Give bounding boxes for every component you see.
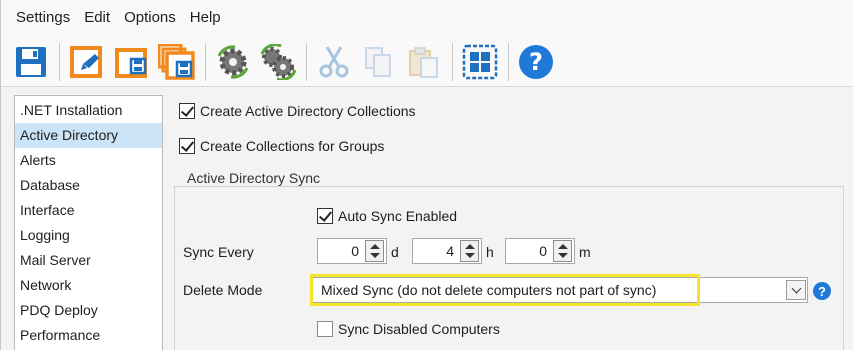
menu-bar: Settings Edit Options Help: [1, 0, 853, 36]
toolbar-separator: [306, 42, 307, 81]
chevron-down-icon: [791, 283, 801, 293]
auto-sync-option[interactable]: Auto Sync Enabled: [317, 208, 457, 224]
sync-days-stepper[interactable]: [365, 240, 384, 262]
select-all-button[interactable]: [458, 40, 502, 84]
sync-minutes-value: 0: [539, 243, 547, 259]
toolbar-separator: [205, 42, 206, 81]
svg-text:?: ?: [529, 48, 543, 76]
nav-item-interface[interactable]: Interface: [15, 198, 162, 223]
nav-item-net-installation[interactable]: .NET Installation: [15, 98, 162, 123]
gears-sync-icon: [260, 43, 297, 80]
hours-unit: h: [486, 244, 494, 260]
toolbar-separator: [59, 42, 60, 81]
copy-icon: [365, 46, 391, 77]
save-icon: [16, 46, 46, 77]
save-copy-button[interactable]: [110, 40, 154, 84]
auto-sync-checkbox[interactable]: [317, 208, 333, 224]
sync-hours-stepper[interactable]: [460, 240, 479, 262]
arrow-down-icon: [557, 252, 568, 258]
select-all-icon: [462, 44, 498, 79]
toolbar: ?: [1, 37, 853, 87]
create-ad-collections-option[interactable]: Create Active Directory Collections: [179, 103, 416, 119]
delete-mode-label: Delete Mode: [183, 282, 263, 298]
arrow-down-icon: [464, 252, 475, 258]
open-button[interactable]: [65, 40, 109, 84]
nav-item-database[interactable]: Database: [15, 173, 162, 198]
create-group-collections-option[interactable]: Create Collections for Groups: [179, 138, 384, 154]
active-directory-settings-panel: Create Active Directory Collections Crea…: [164, 88, 853, 350]
ad-sync-group-title: Active Directory Sync: [182, 170, 326, 186]
auto-sync-label: Auto Sync Enabled: [338, 208, 458, 224]
copy-button[interactable]: [357, 40, 401, 84]
nav-item-mail-server[interactable]: Mail Server: [15, 248, 162, 273]
minutes-unit: m: [579, 244, 591, 260]
toolbar-separator: [508, 42, 509, 81]
nav-item-pdq-deploy[interactable]: PDQ Deploy: [15, 298, 162, 323]
gears-sync-button[interactable]: [256, 40, 300, 84]
save-copy-icon: [115, 47, 147, 78]
ad-sync-groupbox: [174, 186, 844, 350]
arrow-up-icon: [464, 244, 475, 250]
paste-icon: [409, 46, 438, 78]
save-all-button[interactable]: [155, 40, 199, 84]
sync-minutes-stepper[interactable]: [553, 240, 572, 262]
menu-settings[interactable]: Settings: [9, 0, 77, 36]
gear-refresh-button[interactable]: [211, 40, 255, 84]
menu-edit[interactable]: Edit: [77, 0, 117, 36]
create-group-collections-checkbox[interactable]: [179, 138, 195, 154]
toolbar-separator: [452, 42, 453, 81]
sync-minutes-spinner[interactable]: 0: [505, 238, 575, 264]
arrow-up-icon: [369, 244, 380, 250]
paste-button[interactable]: [402, 40, 446, 84]
delete-mode-help-icon[interactable]: ?: [813, 282, 831, 300]
sync-hours-value: 4: [446, 243, 454, 259]
days-unit: d: [391, 244, 399, 260]
menu-options[interactable]: Options: [117, 0, 183, 36]
nav-item-alerts[interactable]: Alerts: [15, 148, 162, 173]
delete-mode-select[interactable]: Mixed Sync (do not delete computers not …: [312, 277, 808, 303]
arrow-down-icon: [369, 252, 380, 258]
help-button[interactable]: ?: [514, 40, 558, 84]
sync-days-value: 0: [351, 243, 359, 259]
sync-days-spinner[interactable]: 0: [317, 238, 387, 264]
app-window: Settings Edit Options Help ? .NET Instal…: [0, 0, 853, 350]
arrow-up-icon: [557, 244, 568, 250]
dropdown-button[interactable]: [786, 280, 806, 300]
sync-disabled-checkbox[interactable]: [317, 321, 333, 337]
open-icon: [70, 45, 102, 78]
nav-item-performance[interactable]: Performance: [15, 323, 162, 348]
sync-disabled-label: Sync Disabled Computers: [338, 321, 500, 337]
create-ad-collections-checkbox[interactable]: [179, 103, 195, 119]
nav-item-active-directory[interactable]: Active Directory: [15, 123, 162, 148]
save-button[interactable]: [9, 40, 53, 84]
create-group-collections-label: Create Collections for Groups: [200, 138, 385, 154]
nav-item-network[interactable]: Network: [15, 273, 162, 298]
delete-mode-value: Mixed Sync (do not delete computers not …: [321, 282, 657, 298]
menu-help[interactable]: Help: [183, 0, 228, 36]
save-all-icon: [158, 43, 195, 80]
sync-every-label: Sync Every: [183, 244, 254, 260]
sync-hours-spinner[interactable]: 4: [412, 238, 482, 264]
help-icon: ?: [519, 44, 553, 79]
nav-item-logging[interactable]: Logging: [15, 223, 162, 248]
sync-disabled-option[interactable]: Sync Disabled Computers: [317, 321, 500, 337]
create-ad-collections-label: Create Active Directory Collections: [200, 103, 416, 119]
cut-button[interactable]: [312, 40, 356, 84]
settings-category-list[interactable]: .NET Installation Active Directory Alert…: [14, 95, 163, 350]
cut-icon: [319, 45, 349, 77]
gear-refresh-icon: [217, 44, 249, 79]
